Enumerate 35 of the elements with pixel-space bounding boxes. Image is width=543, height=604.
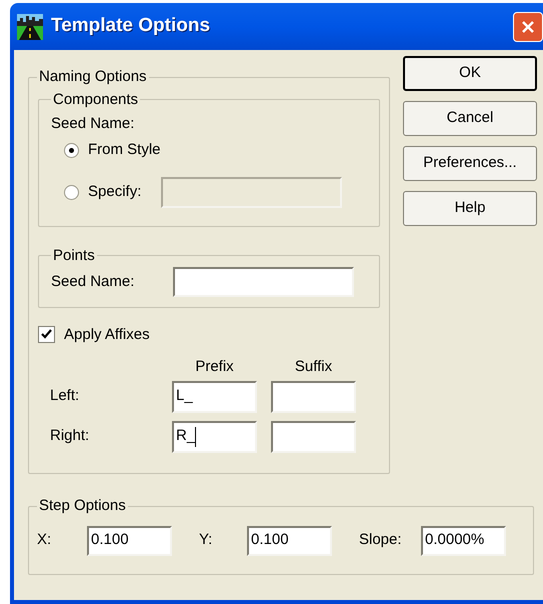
text-field[interactable]: 0.100	[247, 526, 332, 556]
radio-button[interactable]	[64, 143, 79, 158]
dialog-button[interactable]: Help	[403, 191, 537, 226]
checkbox[interactable]	[38, 326, 55, 344]
radio-label[interactable]: From Style	[88, 139, 161, 162]
dialog-button[interactable]: OK	[403, 56, 537, 91]
text-field[interactable]: 0.100	[87, 526, 172, 556]
dialog-button[interactable]: Preferences...	[403, 146, 537, 181]
field-label: Left:	[50, 387, 80, 404]
field-label: Slope:	[359, 531, 402, 548]
seed-name-field[interactable]	[173, 267, 354, 297]
text-field[interactable]: 0.0000%	[421, 526, 506, 556]
radio-button[interactable]	[64, 185, 79, 200]
window-title: Template Options	[51, 14, 210, 38]
field-label: Y:	[199, 531, 212, 548]
group-title: Naming Options	[38, 67, 148, 87]
prefix-field[interactable]: L_	[172, 380, 257, 412]
close-icon	[521, 20, 535, 34]
radio-label[interactable]: Specify:	[88, 181, 142, 204]
group-title: Points	[52, 246, 96, 266]
field-label: X:	[37, 531, 52, 548]
dialog-button[interactable]: Cancel	[403, 101, 537, 136]
column-header: Prefix	[195, 357, 234, 377]
suffix-field[interactable]	[271, 380, 356, 412]
prefix-field[interactable]: R_	[172, 420, 257, 452]
checkbox-label[interactable]: Apply Affixes	[64, 324, 150, 346]
road-icon	[17, 14, 43, 40]
field-label: Seed Name:	[51, 272, 136, 292]
suffix-field[interactable]	[271, 420, 356, 452]
column-header: Suffix	[294, 357, 332, 377]
field-label: Right:	[50, 427, 90, 444]
group-title: Components	[52, 90, 140, 110]
group-title: Step Options	[38, 496, 127, 516]
field-label: Seed Name:	[51, 114, 134, 134]
close-button[interactable]	[513, 12, 543, 42]
